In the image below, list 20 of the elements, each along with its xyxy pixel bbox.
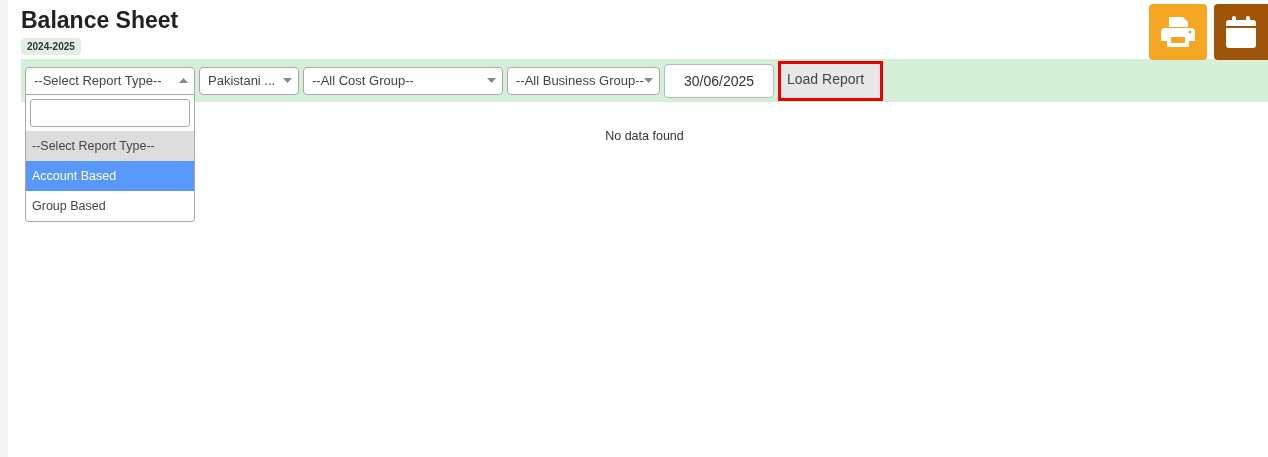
select-field[interactable]: --All Business Group-- [507, 66, 660, 95]
caret-down-icon [283, 78, 292, 83]
caret-down-icon [487, 78, 496, 83]
load-report-button[interactable]: Load Report [778, 60, 883, 101]
caret-up-icon [179, 78, 188, 83]
select-field[interactable]: --Select Report Type-- [25, 66, 195, 95]
caret-down-icon [644, 78, 653, 83]
page-title: Balance Sheet [21, 6, 179, 34]
calendar-icon [1226, 16, 1256, 48]
calendar-button[interactable] [1214, 4, 1268, 60]
date-field[interactable]: 30/06/2025 [664, 63, 774, 98]
select-field[interactable]: --All Cost Group-- [303, 66, 503, 95]
dropdown-option[interactable]: Group Based [26, 190, 194, 221]
dropdown-option[interactable]: --Select Report Type-- [26, 130, 194, 161]
printer-icon [1161, 17, 1195, 47]
select-field[interactable]: Pakistani ... [199, 66, 299, 95]
year-badge: 2024-2025 [21, 38, 81, 55]
search-field[interactable] [30, 98, 190, 127]
print-button[interactable] [1149, 4, 1207, 60]
empty-message: No data found [604, 129, 685, 143]
